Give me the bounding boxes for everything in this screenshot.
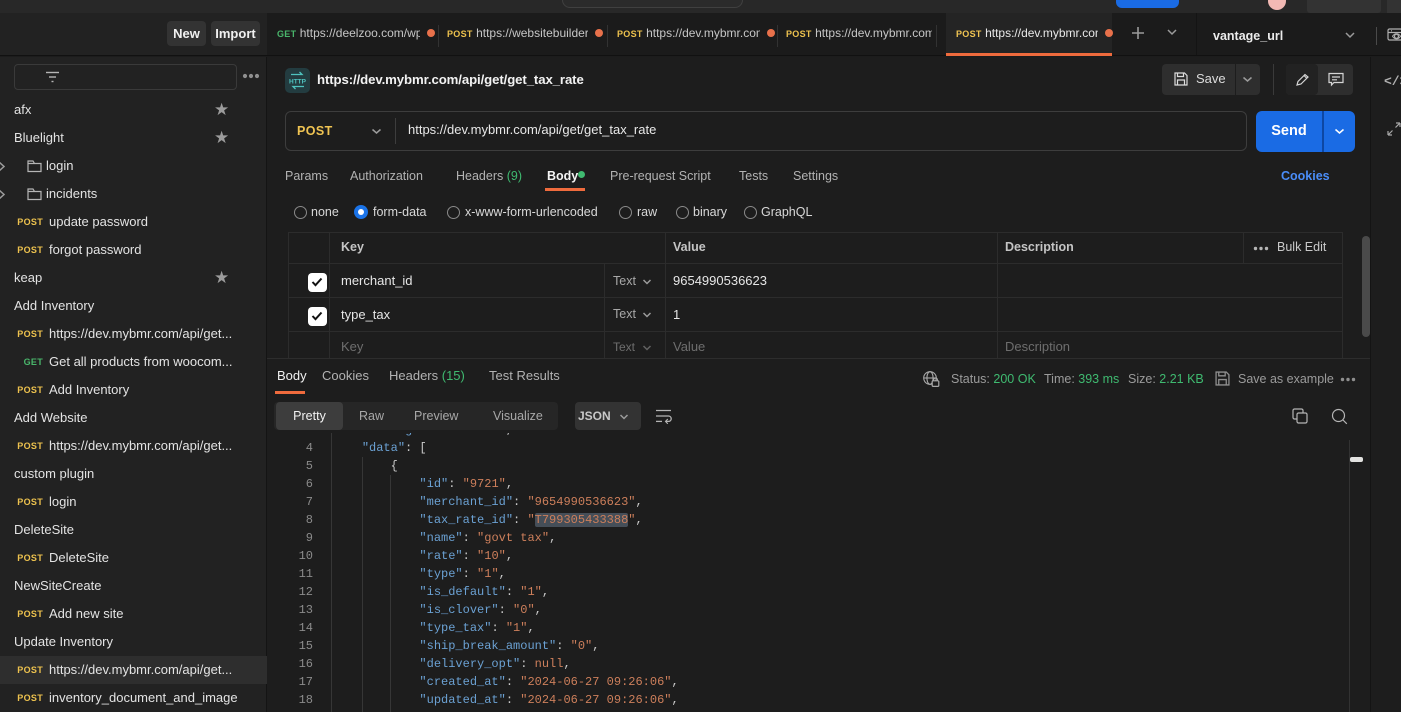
svg-text:HTTP: HTTP xyxy=(289,79,307,86)
